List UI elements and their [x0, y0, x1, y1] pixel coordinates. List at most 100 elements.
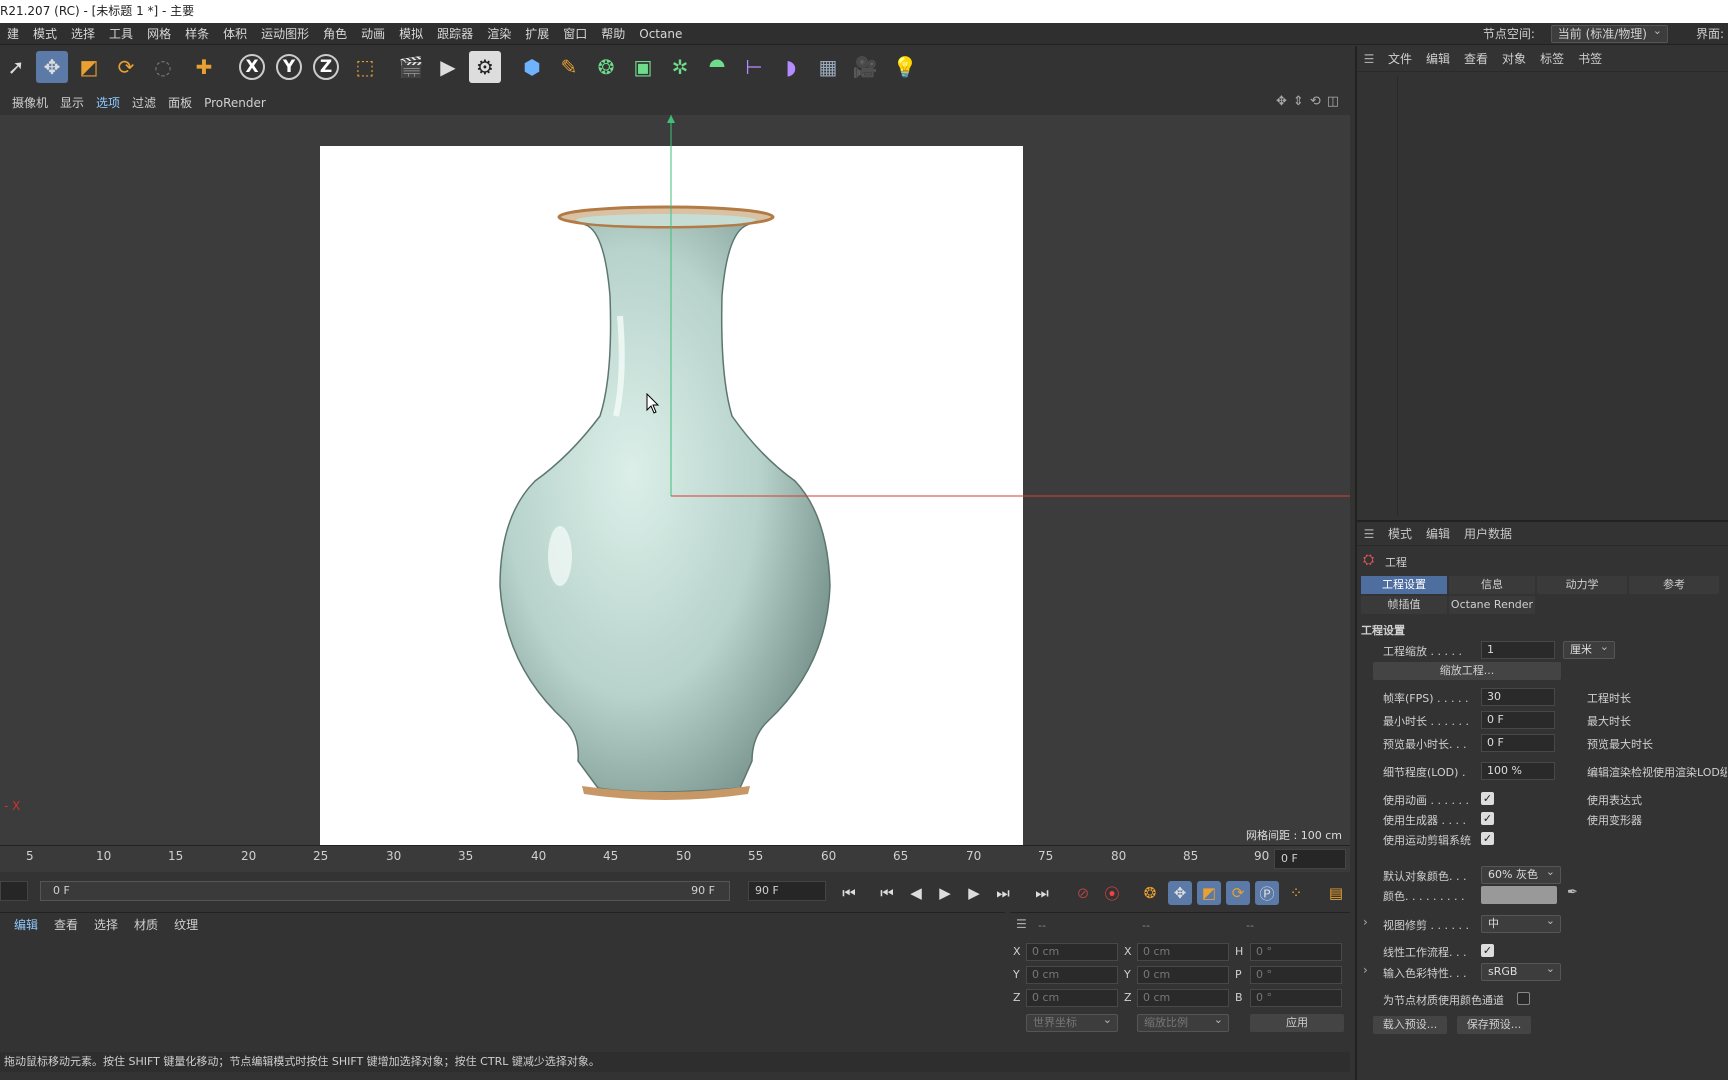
object-menu-object[interactable]: 对象 — [1495, 46, 1533, 72]
add-object-icon[interactable]: ✚ — [188, 51, 220, 83]
viewport-menu-filter[interactable]: 过滤 — [126, 91, 162, 115]
chevron-right-icon[interactable]: › — [1363, 915, 1368, 929]
menu-item[interactable]: 工具 — [102, 23, 140, 45]
goto-end-icon[interactable]: ⏭ — [1030, 881, 1054, 905]
use-animation-checkbox[interactable]: ✓ — [1481, 792, 1494, 805]
menu-item[interactable]: 动画 — [354, 23, 392, 45]
fps-field[interactable]: 30 — [1481, 688, 1555, 706]
object-menu-file[interactable]: 文件 — [1381, 46, 1419, 72]
timeline-ruler[interactable]: 5 10 15 20 25 30 35 40 45 50 55 60 65 70… — [0, 845, 1350, 872]
tab-dynamics[interactable]: 动力学 — [1537, 576, 1627, 594]
key-param-icon[interactable]: Ⓟ — [1255, 881, 1279, 905]
z-axis-lock-icon[interactable]: Z — [310, 51, 342, 83]
prev-frame-icon[interactable]: ◀ — [904, 881, 928, 905]
cloner-icon[interactable]: ✲ — [664, 51, 696, 83]
position-y-field[interactable]: 0 cm — [1026, 966, 1118, 984]
min-time-field[interactable]: 0 F — [1481, 711, 1555, 729]
tab-project-settings[interactable]: 工程设置 — [1361, 576, 1447, 594]
menu-item[interactable]: 样条 — [178, 23, 216, 45]
project-scale-field[interactable]: 1 — [1481, 641, 1555, 659]
menu-item[interactable]: Octane — [632, 23, 689, 45]
load-preset-button[interactable]: 载入预设... — [1373, 1016, 1447, 1034]
attr-menu-userdata[interactable]: 用户数据 — [1457, 522, 1519, 546]
render-view-icon[interactable]: ▶ — [432, 51, 464, 83]
position-x-field[interactable]: 0 cm — [1026, 943, 1118, 961]
key-rotation-icon[interactable]: ⟳ — [1226, 881, 1250, 905]
select-arrow-icon[interactable]: ➚ — [0, 51, 32, 83]
material-menu-view[interactable]: 查看 — [46, 913, 86, 937]
node-space-dropdown[interactable]: 当前 (标准/物理) — [1550, 23, 1668, 43]
start-frame-field[interactable] — [0, 881, 28, 901]
input-color-profile-dropdown[interactable]: sRGB — [1481, 961, 1561, 981]
viewport-menu-display[interactable]: 显示 — [54, 91, 90, 115]
lod-field[interactable]: 100 % — [1481, 762, 1555, 780]
menu-item[interactable]: 选择 — [64, 23, 102, 45]
autokey-icon[interactable]: ⦿ — [1100, 881, 1124, 905]
y-axis-lock-icon[interactable]: Y — [273, 51, 305, 83]
next-frame-icon[interactable]: ▶ — [962, 881, 986, 905]
rotation-b-field[interactable]: 0 ° — [1250, 989, 1342, 1007]
rotation-p-field[interactable]: 0 ° — [1250, 966, 1342, 984]
record-disabled-icon[interactable]: ⊘ — [1071, 881, 1095, 905]
deformer-icon[interactable]: ⊢ — [738, 51, 770, 83]
move-tool-icon[interactable]: ✥ — [36, 51, 68, 83]
menu-item[interactable]: 扩展 — [518, 23, 556, 45]
node-color-channel-checkbox[interactable] — [1517, 992, 1530, 1005]
menu-item[interactable]: 模式 — [26, 23, 64, 45]
size-y-field[interactable]: 0 cm — [1137, 966, 1229, 984]
key-pla-icon[interactable]: ⁘ — [1284, 881, 1308, 905]
position-z-field[interactable]: 0 cm — [1026, 989, 1118, 1007]
hamburger-icon[interactable]: ☰ — [1357, 52, 1381, 66]
menu-item[interactable]: 跟踪器 — [430, 23, 480, 45]
attr-menu-mode[interactable]: 模式 — [1381, 522, 1419, 546]
menu-item[interactable]: 渲染 — [480, 23, 518, 45]
render-settings-icon[interactable]: ⚙ — [469, 51, 501, 83]
menu-item[interactable]: 体积 — [216, 23, 254, 45]
camera-icon[interactable]: 🎥 — [849, 51, 881, 83]
object-menu-edit[interactable]: 编辑 — [1419, 46, 1457, 72]
scale-mode-dropdown[interactable]: 缩放比例 — [1137, 1012, 1229, 1032]
key-scale-icon[interactable]: ◩ — [1197, 881, 1221, 905]
menu-item[interactable]: 模拟 — [392, 23, 430, 45]
hamburger-icon[interactable]: ☰ — [1016, 917, 1027, 931]
generator-icon[interactable]: ❂ — [590, 51, 622, 83]
cube-icon[interactable]: ⬢ — [516, 51, 548, 83]
viewport-menu-panel[interactable]: 面板 — [162, 91, 198, 115]
viewport-menu-options[interactable]: 选项 — [90, 91, 126, 115]
tab-frame-interpolation[interactable]: 帧插值 — [1361, 596, 1447, 614]
menu-item[interactable]: 建 — [0, 23, 26, 45]
use-generators-checkbox[interactable]: ✓ — [1481, 812, 1494, 825]
3d-viewport[interactable]: - X 网格间距 : 100 cm — [0, 115, 1350, 845]
scale-project-button[interactable]: 缩放工程... — [1373, 662, 1561, 680]
size-x-field[interactable]: 0 cm — [1137, 943, 1229, 961]
mograph-icon[interactable]: ⯊ — [701, 51, 733, 83]
tab-reference[interactable]: 参考 — [1629, 576, 1719, 594]
material-menu-edit[interactable]: 编辑 — [6, 913, 46, 937]
hamburger-icon[interactable]: ☰ — [1357, 522, 1381, 546]
render-region-icon[interactable]: 🎬 — [395, 51, 427, 83]
viewport-nav-icon[interactable]: ✥⇕⟲◫ — [1276, 94, 1345, 109]
material-menu-texture[interactable]: 纹理 — [166, 913, 206, 937]
eyedropper-icon[interactable]: ✒ — [1567, 885, 1578, 900]
recent-tool-icon[interactable]: ◌ — [147, 51, 179, 83]
size-z-field[interactable]: 0 cm — [1137, 989, 1229, 1007]
tab-info[interactable]: 信息 — [1449, 576, 1535, 594]
view-clipping-dropdown[interactable]: 中 — [1481, 913, 1561, 933]
preview-range-slider[interactable]: 0 F 90 F — [40, 881, 730, 901]
rotate-tool-icon[interactable]: ⟳ — [110, 51, 142, 83]
light-icon[interactable]: 💡 — [889, 51, 921, 83]
menu-item[interactable]: 运动图形 — [254, 23, 316, 45]
menu-item[interactable]: 角色 — [316, 23, 354, 45]
preview-min-field[interactable]: 0 F — [1481, 734, 1555, 752]
menu-item[interactable]: 帮助 — [594, 23, 632, 45]
object-menu-tags[interactable]: 标签 — [1533, 46, 1571, 72]
save-preset-button[interactable]: 保存预设... — [1457, 1016, 1531, 1034]
attr-menu-edit[interactable]: 编辑 — [1419, 522, 1457, 546]
linear-workflow-checkbox[interactable]: ✓ — [1481, 944, 1494, 957]
project-unit-dropdown[interactable]: 厘米 — [1563, 639, 1615, 659]
floor-icon[interactable]: ▦ — [812, 51, 844, 83]
next-key-icon[interactable]: ⏭ — [991, 881, 1015, 905]
current-frame-field[interactable]: 0 F — [1274, 849, 1346, 869]
material-menu-material[interactable]: 材质 — [126, 913, 166, 937]
object-menu-bookmarks[interactable]: 书签 — [1571, 46, 1609, 72]
